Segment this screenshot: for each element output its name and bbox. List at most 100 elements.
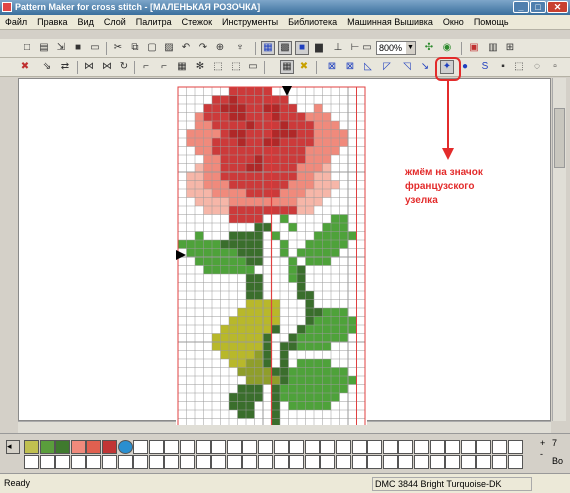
empty-swatch[interactable] — [148, 455, 164, 469]
menu-palette[interactable]: Палитра — [131, 15, 177, 27]
select-region-icon[interactable]: ⬚ — [211, 60, 225, 74]
preview-icon[interactable]: ◉ — [440, 41, 454, 55]
redo-icon[interactable]: ↷ — [196, 41, 210, 55]
selected-color-swatch[interactable] — [117, 440, 133, 454]
stitch-pin-icon[interactable]: ♆ — [233, 41, 247, 55]
empty-swatch[interactable] — [195, 455, 211, 469]
empty-swatch[interactable] — [382, 455, 398, 469]
scroll-thumb[interactable] — [554, 108, 565, 168]
empty-swatch[interactable] — [320, 455, 336, 469]
empty-swatch[interactable] — [382, 440, 398, 454]
empty-swatch[interactable] — [273, 455, 289, 469]
zoom-select[interactable]: 800% ▼ — [376, 41, 416, 55]
circle-select-icon[interactable]: ◌ — [530, 60, 544, 74]
menu-stitch[interactable]: Стежок — [177, 15, 217, 27]
empty-swatch[interactable] — [367, 455, 383, 469]
stitch-grid[interactable] — [176, 85, 398, 425]
empty-swatch[interactable] — [24, 455, 39, 469]
palette-scroll-left-icon[interactable]: ◂ — [6, 440, 20, 454]
open-file-icon[interactable]: ▤ — [37, 41, 51, 55]
menu-window[interactable]: Окно — [438, 15, 469, 27]
empty-swatch[interactable] — [273, 440, 289, 454]
statistics-icon[interactable]: ▥ — [486, 41, 500, 55]
empty-swatch[interactable] — [304, 455, 320, 469]
empty-swatch[interactable] — [39, 455, 55, 469]
mirror-horizontal-icon[interactable]: ⋈ — [82, 60, 96, 74]
cut-icon[interactable]: ✂ — [111, 41, 125, 55]
rotate-icon[interactable]: ↻ — [117, 60, 131, 74]
menu-tools[interactable]: Инструменты — [217, 15, 283, 27]
empty-swatch[interactable] — [492, 440, 507, 454]
empty-swatch[interactable] — [195, 440, 211, 454]
undo-icon[interactable]: ↶ — [179, 41, 193, 55]
empty-swatch[interactable] — [289, 440, 305, 454]
empty-swatch[interactable] — [414, 455, 429, 469]
palette-swatch[interactable] — [70, 440, 86, 454]
french-knot-icon[interactable]: ✦ — [440, 60, 454, 74]
select-all-icon[interactable]: ▭ — [246, 60, 260, 74]
empty-swatch[interactable] — [304, 440, 320, 454]
empty-swatch[interactable] — [148, 440, 164, 454]
menu-help[interactable]: Помощь — [469, 15, 514, 27]
palette-swatch[interactable] — [24, 440, 39, 454]
empty-swatch[interactable] — [226, 440, 242, 454]
three-quarter-stitch-icon[interactable]: ◺ — [361, 60, 375, 74]
empty-swatch[interactable] — [164, 440, 180, 454]
empty-swatch[interactable] — [367, 440, 383, 454]
import-icon[interactable]: ⇲ — [54, 41, 68, 55]
rect-select-icon[interactable]: ⬚ — [512, 60, 526, 74]
cross-stitch-icon[interactable]: ✖ — [297, 60, 311, 74]
petite-stitch-icon[interactable]: ◹ — [400, 60, 414, 74]
half-stitch-icon[interactable]: ⊠ — [325, 60, 339, 74]
empty-swatch[interactable] — [429, 455, 445, 469]
color-view-icon[interactable]: ■ — [295, 41, 309, 55]
fill-pattern-icon[interactable]: ▦ — [175, 60, 189, 74]
empty-swatch[interactable] — [70, 455, 86, 469]
bead-icon[interactable]: ● — [458, 60, 472, 74]
empty-swatch[interactable] — [460, 455, 476, 469]
maximize-button[interactable]: □ — [530, 1, 546, 13]
empty-swatch[interactable] — [180, 455, 195, 469]
copy-icon[interactable]: ⧉ — [128, 41, 142, 55]
empty-swatch[interactable] — [164, 455, 180, 469]
ruler-icon[interactable]: ⊥ — [331, 41, 345, 55]
palette-side-control[interactable]: 7 — [552, 438, 557, 448]
empty-swatch[interactable] — [414, 440, 429, 454]
empty-swatch[interactable] — [507, 440, 523, 454]
empty-swatch[interactable] — [320, 440, 336, 454]
empty-swatch[interactable] — [258, 440, 273, 454]
minimize-button[interactable]: _ — [513, 1, 529, 13]
empty-swatch[interactable] — [180, 440, 195, 454]
palette-side-control[interactable]: - — [540, 449, 543, 459]
snowflake-icon[interactable]: ✻ — [193, 60, 207, 74]
empty-swatch[interactable] — [211, 455, 227, 469]
menu-file[interactable]: Файл — [0, 15, 32, 27]
palette-swatch[interactable] — [86, 440, 102, 454]
empty-swatch[interactable] — [86, 455, 102, 469]
fill-view-icon[interactable]: ▆ — [312, 41, 326, 55]
text-tool-icon[interactable]: ▫ — [548, 60, 562, 74]
menu-view[interactable]: Вид — [73, 15, 99, 27]
palette-swatch[interactable] — [39, 440, 55, 454]
menu-edit[interactable]: Правка — [32, 15, 72, 27]
empty-swatch[interactable] — [476, 455, 492, 469]
empty-swatch[interactable] — [445, 455, 461, 469]
empty-swatch[interactable] — [351, 440, 367, 454]
empty-swatch[interactable] — [133, 455, 149, 469]
palette-swatch[interactable] — [102, 440, 117, 454]
empty-swatch[interactable] — [460, 440, 476, 454]
empty-swatch[interactable] — [492, 455, 507, 469]
empty-swatch[interactable] — [445, 440, 461, 454]
palette-swatch[interactable] — [55, 440, 71, 454]
select-color-icon[interactable]: ⇘ — [40, 60, 54, 74]
empty-swatch[interactable] — [507, 455, 523, 469]
zoom-out-icon[interactable]: ▭ — [360, 41, 374, 55]
empty-swatch[interactable] — [117, 455, 133, 469]
grid-toggle-icon[interactable]: ▦ — [261, 41, 275, 55]
menu-machine-embroidery[interactable]: Машинная Вышивка — [342, 15, 438, 27]
new-file-icon[interactable]: □ — [20, 41, 34, 55]
palette-side-control[interactable]: + — [540, 438, 545, 448]
empty-swatch[interactable] — [351, 455, 367, 469]
zoom-fit-icon[interactable]: ✣ — [422, 41, 436, 55]
empty-swatch[interactable] — [102, 455, 117, 469]
